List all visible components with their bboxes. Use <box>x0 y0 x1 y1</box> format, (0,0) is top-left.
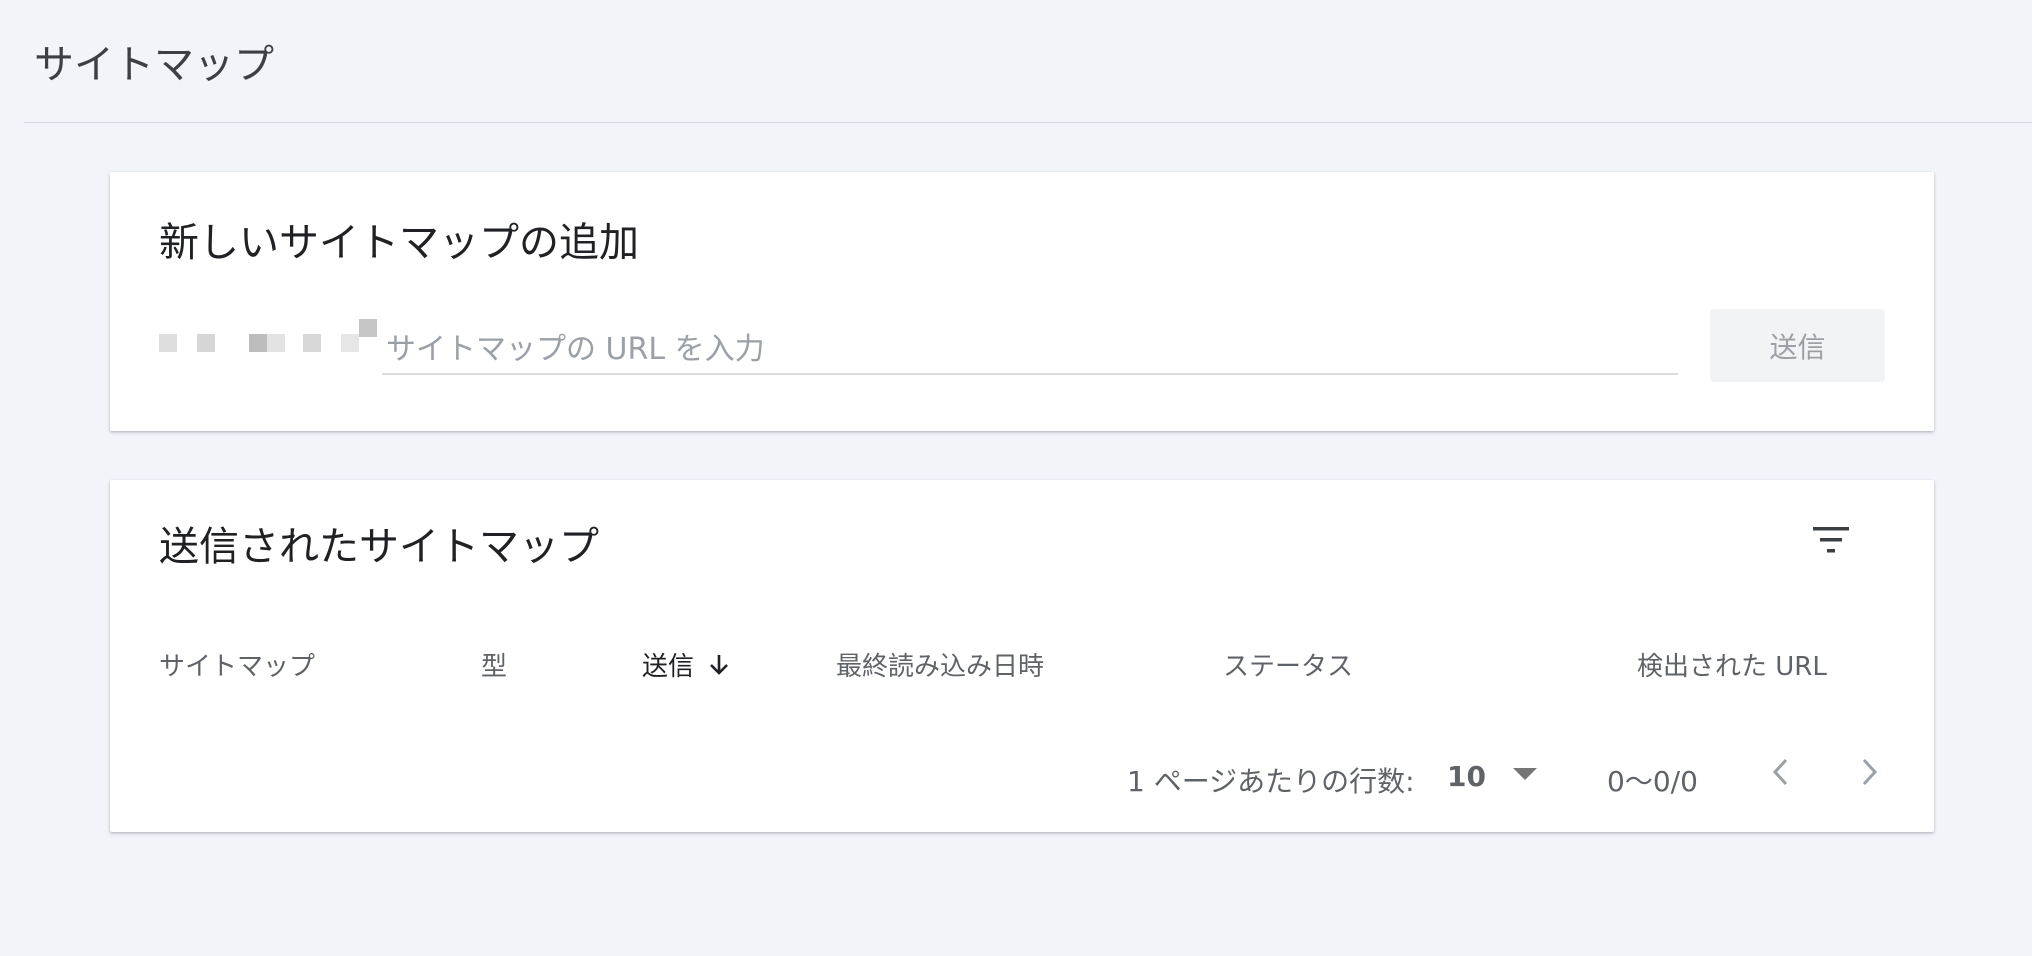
submit-button[interactable]: 送信 <box>1710 309 1885 382</box>
next-page-button[interactable] <box>1845 748 1893 796</box>
sitemap-url-input[interactable] <box>382 327 1682 371</box>
dropdown-arrow-icon <box>1513 768 1537 780</box>
rows-per-page-label: 1 ページあたりの行数: <box>1127 765 1415 798</box>
column-header-last-read[interactable]: 最終読み込み日時 <box>836 646 1044 683</box>
submitted-sitemaps-title: 送信されたサイトマップ <box>159 524 599 570</box>
sitemap-url-field[interactable] <box>382 327 1682 375</box>
column-header-sitemap[interactable]: サイトマップ <box>159 646 315 683</box>
submitted-sitemaps-card: 送信されたサイトマップ サイトマップ 型 送信 最終読み込み日時 ステータス 検… <box>110 480 1934 832</box>
previous-page-button[interactable] <box>1757 748 1805 796</box>
page-header: サイトマップ <box>24 0 2032 123</box>
rows-per-page-value: 10 <box>1447 759 1486 793</box>
column-header-discovered-urls[interactable]: 検出された URL <box>1637 646 1827 683</box>
chevron-right-icon <box>1862 758 1878 786</box>
column-header-status[interactable]: ステータス <box>1223 646 1353 683</box>
column-header-type[interactable]: 型 <box>481 646 507 683</box>
chevron-left-icon <box>1772 758 1788 786</box>
filter-list-icon[interactable] <box>1811 520 1851 560</box>
add-sitemap-card: 新しいサイトマップの追加 送信 <box>110 172 1934 431</box>
pagination-range: 0〜0/0 <box>1607 765 1698 798</box>
page-title: サイトマップ <box>34 42 274 88</box>
add-sitemap-title: 新しいサイトマップの追加 <box>159 220 639 266</box>
column-header-submitted[interactable]: 送信 <box>642 646 732 683</box>
rows-per-page-select[interactable]: 10 <box>1447 756 1547 796</box>
redacted-site-prefix <box>159 319 379 352</box>
arrow-down-icon <box>710 654 728 675</box>
